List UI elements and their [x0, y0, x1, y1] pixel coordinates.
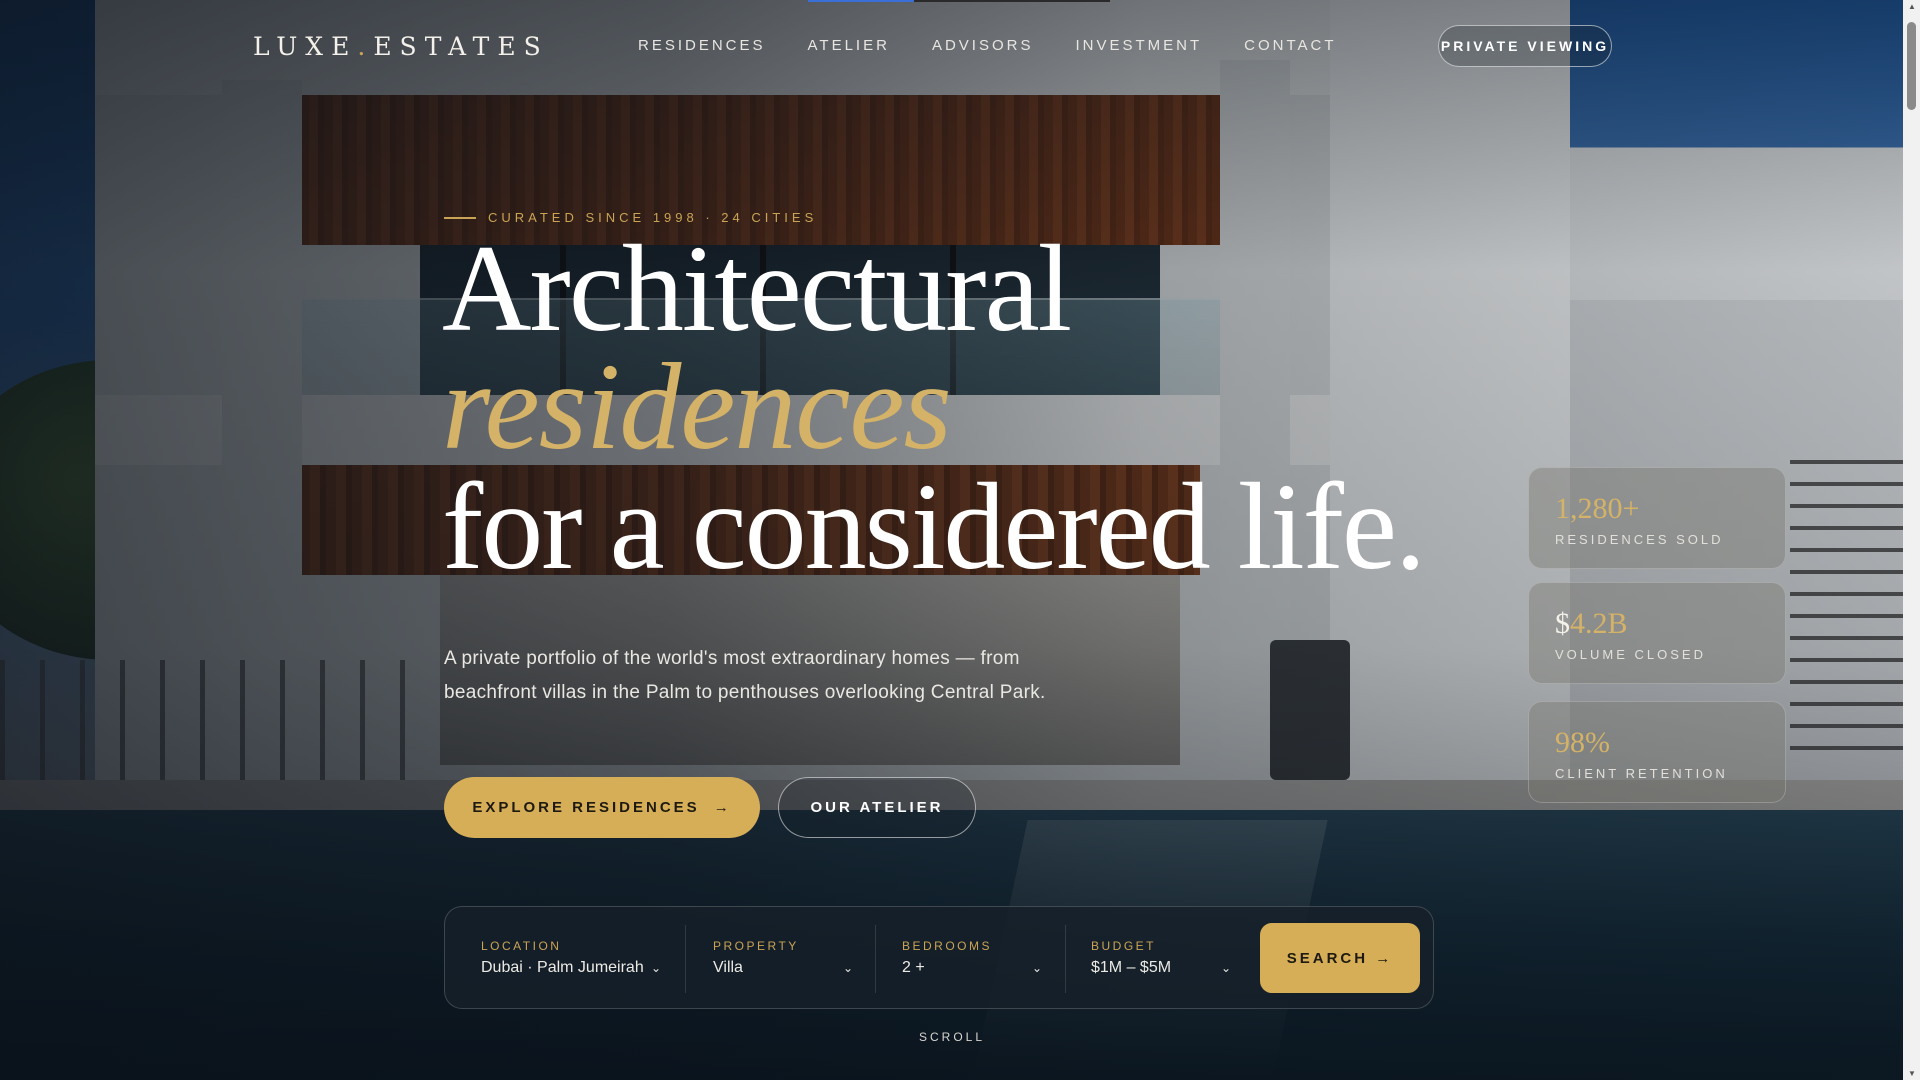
stat-card-client-retention: 98% CLIENT RETENTION — [1528, 701, 1786, 803]
search-button[interactable]: SEARCH → — [1260, 923, 1420, 993]
chevron-down-icon: ⌄ — [842, 961, 853, 975]
scroll-down-arrow-icon[interactable]: ▼ — [1908, 1069, 1916, 1078]
stat-label: VOLUME CLOSED — [1555, 647, 1706, 662]
stat-prefix: $ — [1555, 607, 1570, 640]
property-search-bar: LOCATION Dubai · Palm Jumeirah ⌄ PROPERTY… — [444, 906, 1434, 1009]
main-nav: RESIDENCES ATELIER ADVISORS INVESTMENT C… — [638, 37, 1379, 54]
page-progress-fill — [808, 0, 914, 2]
location-value: Dubai · Palm Jumeirah — [481, 959, 644, 976]
scrollbar-thumb[interactable] — [1907, 22, 1916, 110]
chevron-down-icon: ⌄ — [1031, 961, 1042, 975]
stat-value: 1,280+ — [1555, 492, 1759, 526]
chevron-down-icon: ⌄ — [650, 961, 661, 975]
explore-residences-label: EXPLORE RESIDENCES — [472, 799, 700, 816]
bedrooms-label: BEDROOMS — [902, 939, 993, 953]
explore-residences-button[interactable]: EXPLORE RESIDENCES → — [444, 777, 760, 838]
stat-number: 1,280+ — [1555, 492, 1640, 525]
field-divider — [1065, 925, 1066, 993]
property-label: PROPERTY — [713, 939, 799, 953]
bedrooms-value: 2 + — [902, 959, 925, 976]
arrow-right-icon: → — [713, 799, 732, 816]
nav-residences[interactable]: RESIDENCES — [638, 37, 766, 54]
location-label: LOCATION — [481, 939, 562, 953]
field-divider — [685, 925, 686, 993]
location-select[interactable]: LOCATION Dubai · Palm Jumeirah ⌄ — [481, 939, 661, 989]
chevron-down-icon: ⌄ — [1220, 961, 1231, 975]
page-scrollbar[interactable]: ▲ ▼ — [1903, 0, 1920, 1080]
stat-value: $4.2B — [1555, 607, 1759, 641]
headline-line-3: for a considered life. — [442, 458, 1426, 595]
nav-contact[interactable]: CONTACT — [1244, 37, 1336, 54]
stat-label: RESIDENCES SOLD — [1555, 532, 1724, 547]
property-select[interactable]: PROPERTY Villa ⌄ — [713, 939, 853, 989]
scroll-up-arrow-icon[interactable]: ▲ — [1908, 2, 1916, 11]
stat-label: CLIENT RETENTION — [1555, 766, 1728, 781]
brand-name-right: ESTATES — [373, 32, 549, 61]
bedrooms-select[interactable]: BEDROOMS 2 + ⌄ — [902, 939, 1042, 989]
brand-name-left: LUXE — [253, 32, 358, 61]
stat-value: 98% — [1555, 726, 1759, 760]
stat-card-volume-closed: $4.2B VOLUME CLOSED — [1528, 582, 1786, 684]
stat-number: 98% — [1555, 726, 1610, 759]
nav-advisors[interactable]: ADVISORS — [932, 37, 1034, 54]
brand-dot: . — [357, 32, 374, 61]
our-atelier-button[interactable]: OUR ATELIER — [778, 777, 976, 838]
brand-logo[interactable]: LUXE.ESTATES — [253, 32, 549, 61]
page-progress-bar — [808, 0, 1110, 2]
property-value: Villa — [713, 959, 743, 976]
budget-value: $1M – $5M — [1091, 959, 1172, 976]
budget-label: BUDGET — [1091, 939, 1157, 953]
budget-select[interactable]: BUDGET $1M – $5M ⌄ — [1091, 939, 1231, 989]
nav-atelier[interactable]: ATELIER — [808, 37, 890, 54]
scroll-hint[interactable]: SCROLL — [919, 1030, 985, 1044]
hero-subtitle: A private portfolio of the world's most … — [444, 648, 1046, 703]
nav-investment[interactable]: INVESTMENT — [1075, 37, 1202, 54]
stat-number: 4.2B — [1570, 607, 1628, 640]
private-viewing-button[interactable]: PRIVATE VIEWING — [1438, 25, 1612, 67]
field-divider — [875, 925, 876, 993]
stat-card-residences-sold: 1,280+ RESIDENCES SOLD — [1528, 467, 1786, 569]
